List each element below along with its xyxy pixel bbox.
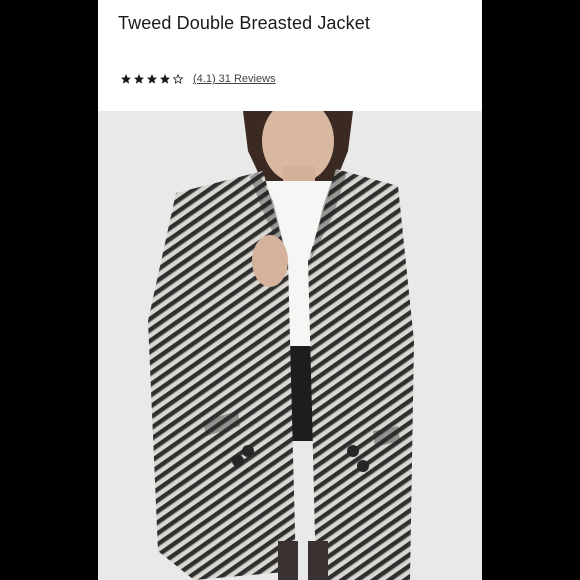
reviews-link[interactable]: (4.1) 31 Reviews xyxy=(193,73,276,85)
star-rating xyxy=(120,73,185,85)
product-image[interactable] xyxy=(98,111,482,580)
jacket-photo-illustration xyxy=(98,111,482,580)
product-title: Tweed Double Breasted Jacket xyxy=(118,13,370,33)
star-filled-icon xyxy=(134,74,144,84)
product-card: Tweed Double Breasted Jacket (4.1) 31 Re… xyxy=(98,0,482,580)
star-filled-icon xyxy=(147,74,157,84)
star-empty-icon xyxy=(172,73,184,84)
star-filled-icon xyxy=(121,74,131,84)
star-filled-icon xyxy=(160,74,170,84)
rating-row[interactable]: (4.1) 31 Reviews xyxy=(120,71,276,87)
